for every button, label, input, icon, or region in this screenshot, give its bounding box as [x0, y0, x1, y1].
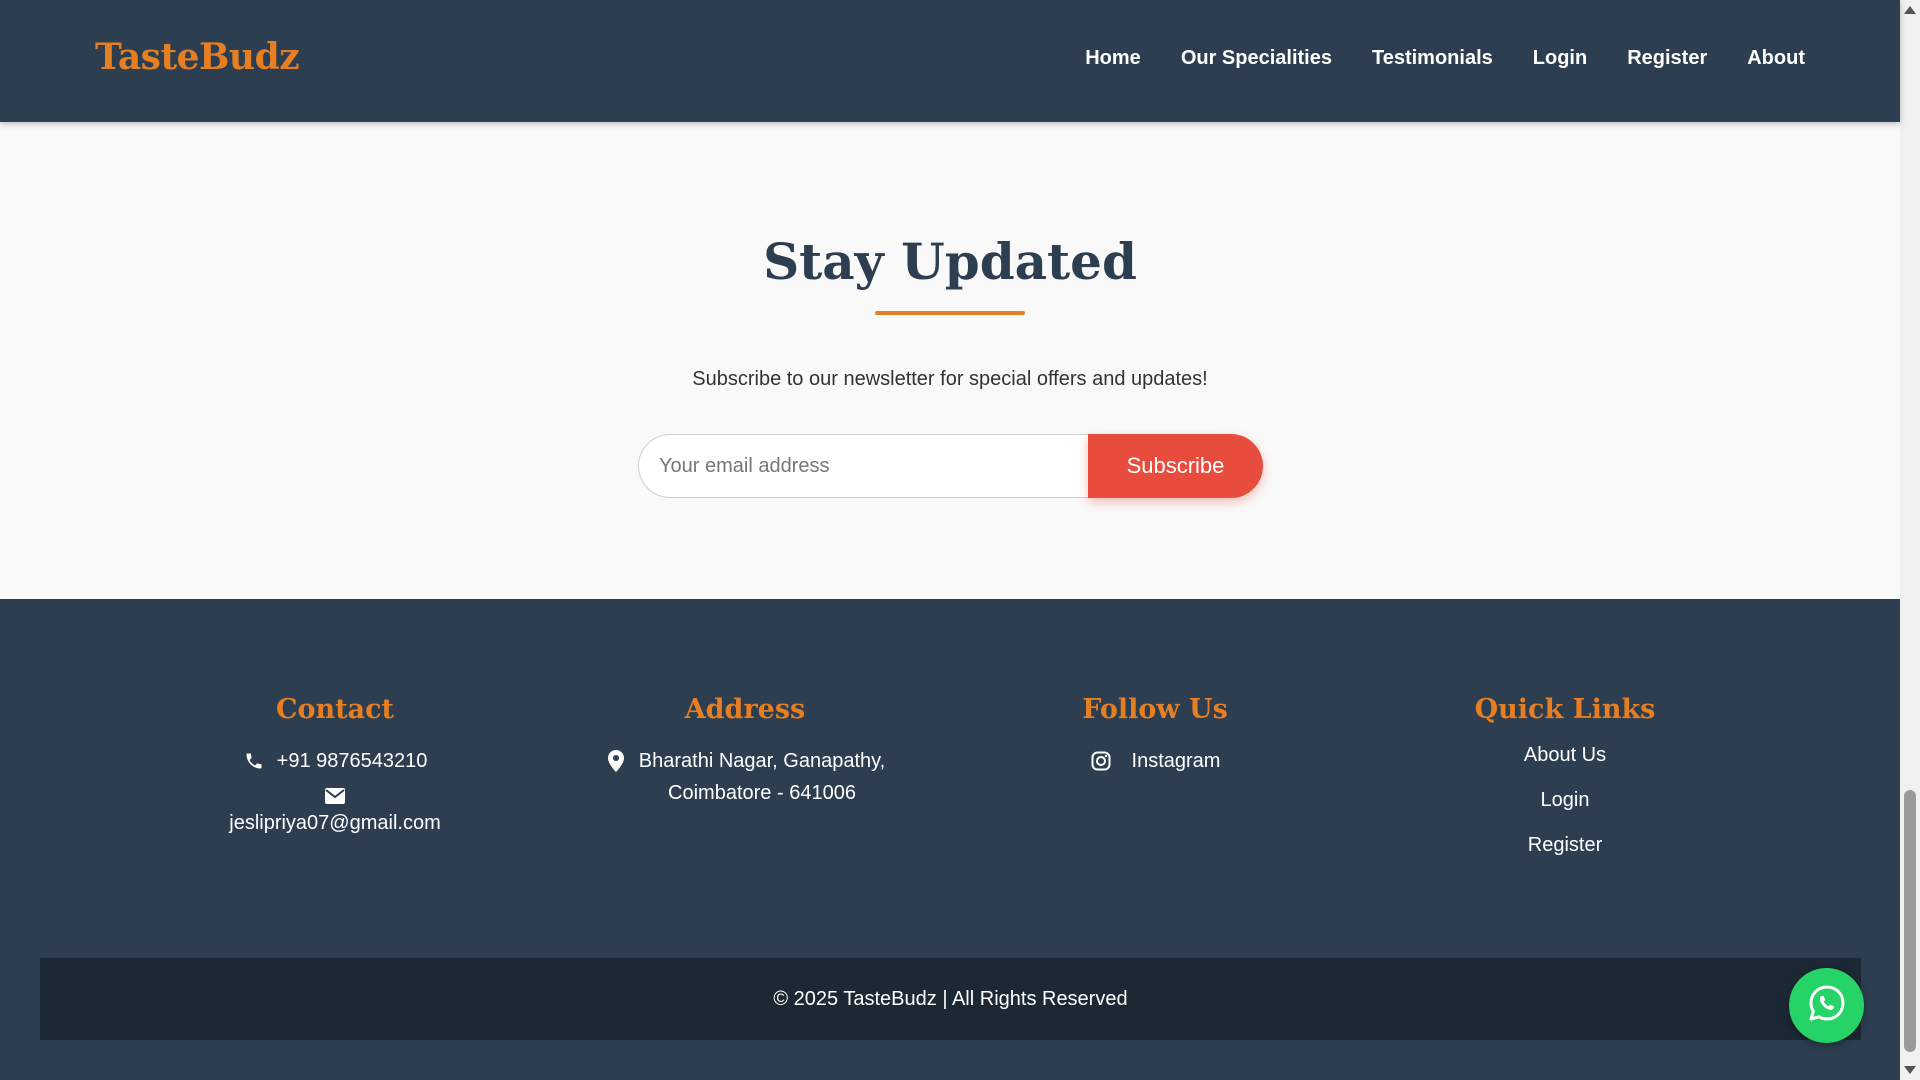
nav-our-specialities[interactable]: Our Specialities — [1181, 47, 1332, 70]
newsletter-title: Stay Updated — [763, 232, 1137, 291]
subscribe-button[interactable]: Subscribe — [1088, 434, 1263, 498]
envelope-icon — [324, 785, 346, 807]
scrollbar-thumb[interactable] — [1904, 790, 1916, 1052]
scroll-up-arrow-icon[interactable] — [1904, 6, 1916, 14]
copyright-text: © 2025 TasteBudz | All Rights Reserved — [773, 987, 1128, 1010]
whatsapp-button[interactable] — [1789, 968, 1864, 1043]
instagram-icon — [1090, 750, 1112, 772]
address-text: Bharathi Nagar, Ganapathy, Coimbatore - … — [639, 745, 885, 809]
newsletter-description: Subscribe to our newsletter for special … — [692, 368, 1208, 390]
phone-icon — [243, 750, 265, 772]
follow-heading: Follow Us — [1082, 694, 1228, 725]
instagram-link[interactable]: Instagram — [955, 745, 1355, 777]
title-underline — [875, 311, 1025, 315]
email-input[interactable] — [638, 434, 1088, 498]
quick-link-about-us[interactable]: About Us — [1365, 733, 1765, 778]
whatsapp-icon — [1807, 983, 1847, 1028]
nav-register[interactable]: Register — [1627, 47, 1707, 70]
map-pin-icon — [605, 750, 627, 772]
contact-column: Contact +91 9876543210 jeslipriya07@gmai… — [135, 694, 535, 839]
address-column: Address Bharathi Nagar, Ganapathy, Coimb… — [545, 694, 945, 809]
scroll-down-arrow-icon[interactable] — [1904, 1066, 1916, 1074]
address-line-1: Bharathi Nagar, Ganapathy, — [638, 750, 886, 772]
contact-heading: Contact — [275, 694, 394, 725]
instagram-label[interactable]: Instagram — [1132, 745, 1221, 777]
phone-row: +91 9876543210 — [135, 745, 535, 777]
address-row: Bharathi Nagar, Ganapathy, Coimbatore - … — [545, 745, 945, 809]
quick-link-register[interactable]: Register — [1365, 823, 1765, 868]
newsletter-section: Stay Updated Subscribe to our newsletter… — [0, 122, 1900, 599]
email-address: jeslipriya07@gmail.com — [229, 812, 441, 834]
quick-link-login[interactable]: Login — [1365, 778, 1765, 823]
copyright-bar: © 2025 TasteBudz | All Rights Reserved — [40, 958, 1861, 1040]
main-nav: Home Our Specialities Testimonials Login… — [1085, 47, 1805, 70]
site-logo[interactable]: TasteBudz — [95, 36, 300, 78]
vertical-scrollbar[interactable] — [1900, 0, 1920, 1080]
address-heading: Address — [684, 694, 806, 725]
nav-home[interactable]: Home — [1085, 47, 1141, 70]
quick-links-column: Quick Links About Us Login Register — [1365, 694, 1765, 868]
quick-links-heading: Quick Links — [1474, 694, 1656, 725]
follow-column: Follow Us Instagram — [955, 694, 1355, 777]
page: TasteBudz Home Our Specialities Testimon… — [0, 0, 1900, 1080]
newsletter-form: Subscribe — [638, 434, 1263, 498]
email-icon-row — [135, 785, 535, 807]
email-row: jeslipriya07@gmail.com — [135, 807, 535, 839]
site-header: TasteBudz Home Our Specialities Testimon… — [0, 0, 1900, 122]
nav-login[interactable]: Login — [1533, 47, 1587, 70]
address-line-2: Coimbatore - 641006 — [668, 782, 856, 804]
nav-testimonials[interactable]: Testimonials — [1372, 47, 1493, 70]
nav-about[interactable]: About — [1747, 47, 1805, 70]
phone-number: +91 9876543210 — [276, 750, 428, 772]
